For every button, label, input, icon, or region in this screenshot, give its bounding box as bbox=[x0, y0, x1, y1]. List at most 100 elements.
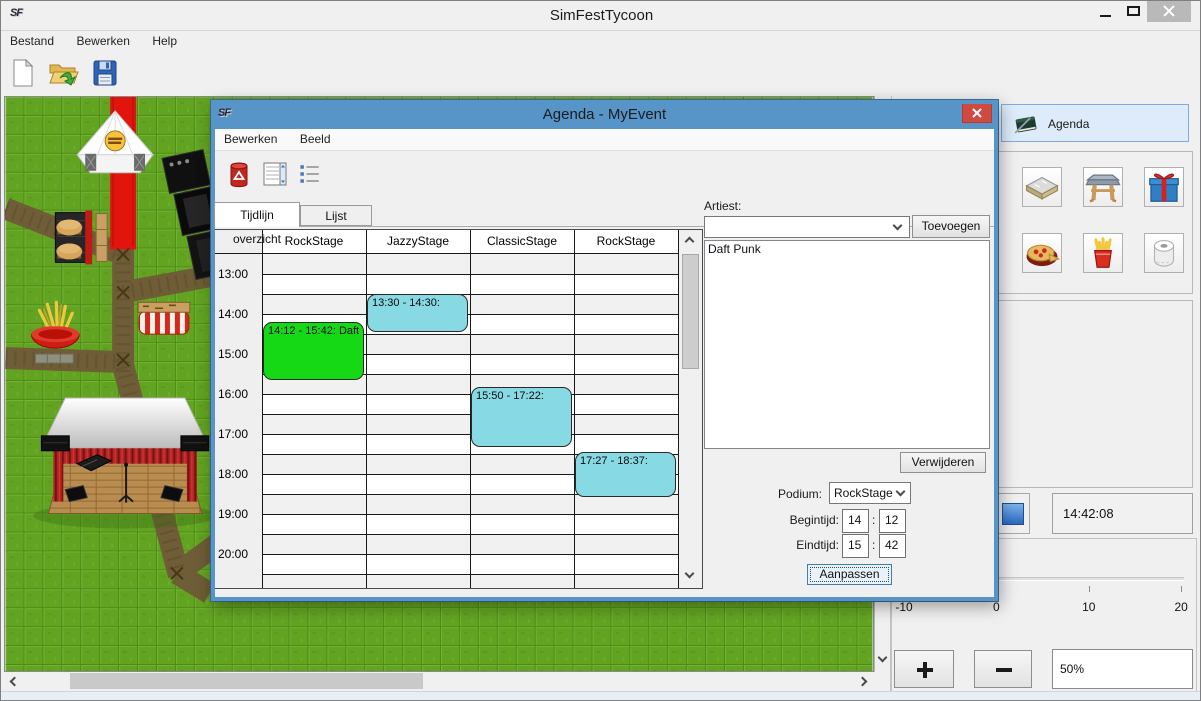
zoom-in-button[interactable] bbox=[894, 650, 954, 688]
tab-lijst-overzicht[interactable]: Lijst overzicht bbox=[300, 205, 372, 226]
add-artist-button[interactable]: Toevoegen bbox=[912, 215, 990, 238]
maximize-icon bbox=[1127, 6, 1140, 16]
menu-help[interactable]: Help bbox=[143, 31, 186, 52]
toilet-paper-icon bbox=[1145, 234, 1183, 272]
chevron-down-icon bbox=[896, 487, 906, 497]
agenda-dialog: SF Agenda - MyEvent Bewerken Beeld Tijdl… bbox=[211, 100, 998, 601]
end-hour-input[interactable]: 15 bbox=[842, 534, 869, 558]
trash-icon bbox=[223, 158, 255, 190]
menu-bestand[interactable]: Bestand bbox=[1, 31, 63, 52]
minus-icon bbox=[996, 668, 1012, 672]
scroll-right-icon[interactable] bbox=[858, 677, 868, 687]
time-label: 16:00 bbox=[218, 387, 260, 401]
new-document-button[interactable] bbox=[7, 57, 39, 89]
time-label: 14:00 bbox=[218, 307, 260, 321]
begin-hour-input[interactable]: 14 bbox=[842, 509, 869, 533]
podium-combo[interactable]: RockStage bbox=[829, 482, 911, 504]
listview-button[interactable] bbox=[259, 158, 291, 190]
open-folder-icon bbox=[47, 57, 79, 89]
agenda-button-label: Agenda bbox=[1048, 117, 1089, 131]
save-floppy-icon bbox=[89, 57, 121, 89]
slider-tick bbox=[1089, 586, 1090, 592]
zoom-value: 50% bbox=[1060, 662, 1084, 676]
schedule-grid[interactable]: RockStageJazzyStageClassicStageRockStage… bbox=[214, 229, 703, 589]
begin-time-label: Begintijd: bbox=[771, 513, 839, 527]
chevron-down-icon bbox=[893, 221, 903, 231]
stage-column-header: ClassicStage bbox=[470, 230, 574, 253]
floor-tile-icon bbox=[1023, 168, 1061, 206]
dialog-titlebar: SF Agenda - MyEvent bbox=[211, 100, 998, 129]
listview-icon bbox=[259, 158, 291, 190]
shop-item-gate[interactable] bbox=[1083, 167, 1123, 207]
slider-tick bbox=[1181, 586, 1182, 592]
schedule-event-block[interactable]: 17:27 - 18:37: bbox=[575, 452, 676, 497]
gift-icon bbox=[1145, 168, 1183, 206]
maximize-button[interactable] bbox=[1122, 3, 1146, 21]
burger-stand-sprite[interactable] bbox=[55, 211, 107, 265]
dialog-menu-bewerken[interactable]: Bewerken bbox=[215, 129, 286, 150]
dialog-menubar: Bewerken Beeld bbox=[215, 129, 994, 151]
schedule-event-block[interactable]: 13:30 - 14:30: bbox=[367, 294, 468, 332]
striped-booth-sprite[interactable] bbox=[138, 302, 190, 334]
remove-artist-button[interactable]: Verwijderen bbox=[900, 452, 986, 473]
dialog-title: Agenda - MyEvent bbox=[211, 106, 998, 123]
bullet-list-button[interactable] bbox=[295, 160, 327, 192]
shop-item-toilet-paper[interactable] bbox=[1144, 233, 1184, 273]
shop-item-pizza[interactable] bbox=[1022, 233, 1062, 273]
save-button[interactable] bbox=[89, 57, 121, 89]
pizza-icon bbox=[1023, 234, 1061, 272]
dialog-toolbar bbox=[215, 151, 994, 198]
end-minute-input[interactable]: 42 bbox=[879, 534, 906, 558]
map-hscroll-thumb[interactable] bbox=[70, 673, 423, 689]
shop-item-gift[interactable] bbox=[1144, 167, 1184, 207]
slider-tick-label: -10 bbox=[889, 600, 919, 614]
time-label: 13:00 bbox=[218, 267, 260, 281]
slider-tick-label: 0 bbox=[981, 600, 1011, 614]
schedule-event-block[interactable]: 15:50 - 17:22: bbox=[471, 387, 572, 446]
scroll-down-icon[interactable] bbox=[878, 653, 888, 663]
bullet-list-icon bbox=[295, 160, 325, 188]
zoom-value-field[interactable]: 50% bbox=[1052, 649, 1193, 689]
delete-event-button[interactable] bbox=[223, 158, 255, 190]
grid-column-line bbox=[262, 230, 263, 588]
titlebar: SF SimFestTycoon bbox=[1, 1, 1201, 30]
time-label: 17:00 bbox=[218, 427, 260, 441]
grid-column-line bbox=[678, 230, 679, 588]
time-label: 19:00 bbox=[218, 507, 260, 521]
schedule-event-block[interactable]: 14:12 - 15:42: Daft Punk bbox=[263, 322, 364, 380]
menu-bewerken[interactable]: Bewerken bbox=[68, 31, 139, 52]
shop-item-floor-tile[interactable] bbox=[1022, 167, 1062, 207]
dialog-close-button[interactable] bbox=[962, 103, 992, 123]
close-button[interactable] bbox=[1147, 1, 1191, 22]
apply-button[interactable]: Aanpassen bbox=[807, 564, 892, 585]
grid-scroll-up-icon[interactable] bbox=[685, 237, 695, 247]
clock-display: 14:42:08 bbox=[1052, 493, 1193, 534]
map-hscrollbar[interactable] bbox=[4, 672, 874, 691]
time-label: 15:00 bbox=[218, 347, 260, 361]
time-label: 18:00 bbox=[218, 467, 260, 481]
tab-tijdlijn-overzicht[interactable]: Tijdlijn overzicht bbox=[214, 202, 300, 227]
minimize-icon bbox=[1100, 15, 1111, 17]
artist-list-item[interactable]: Daft Punk bbox=[705, 241, 989, 257]
main-stage-sprite[interactable] bbox=[33, 398, 216, 529]
clock-value: 14:42:08 bbox=[1063, 506, 1114, 521]
artist-label: Artiest: bbox=[704, 199, 741, 213]
scroll-left-icon[interactable] bbox=[10, 677, 20, 687]
begin-minute-input[interactable]: 12 bbox=[879, 509, 906, 533]
grid-column-line bbox=[366, 230, 367, 588]
dialog-menu-beeld[interactable]: Beeld bbox=[291, 129, 340, 150]
grid-vscrollbar[interactable] bbox=[678, 230, 702, 588]
zoom-out-button[interactable] bbox=[974, 650, 1032, 688]
time-colon: : bbox=[872, 538, 875, 552]
window-bottom-strip bbox=[1, 691, 1201, 701]
minimize-button[interactable] bbox=[1094, 3, 1118, 21]
shop-item-fries[interactable] bbox=[1083, 233, 1123, 273]
artist-combo[interactable] bbox=[704, 216, 910, 238]
new-document-icon bbox=[7, 57, 39, 89]
grid-scroll-down-icon[interactable] bbox=[685, 569, 695, 579]
artist-listbox[interactable]: Daft Punk bbox=[704, 240, 990, 449]
grid-scroll-thumb[interactable] bbox=[682, 254, 699, 369]
fries-icon bbox=[1084, 234, 1122, 272]
agenda-button[interactable]: Agenda bbox=[1001, 104, 1189, 142]
open-button[interactable] bbox=[47, 57, 79, 89]
